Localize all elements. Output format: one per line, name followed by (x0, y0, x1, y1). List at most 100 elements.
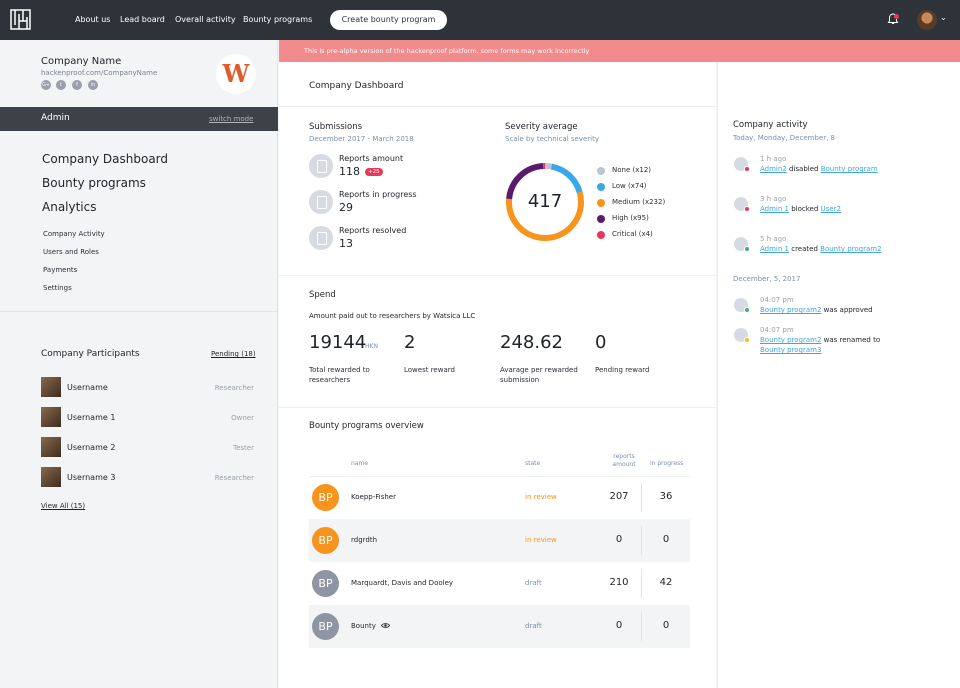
user-avatar[interactable] (917, 10, 937, 30)
target-link[interactable]: User2 (821, 205, 841, 213)
notification-dot (894, 14, 899, 19)
participant-row[interactable]: Username 3 Researcher (41, 467, 254, 487)
table-row[interactable]: BP Bounty draft 0 0 (309, 605, 690, 648)
activity-text: Admin2 disabled Bounty program (760, 164, 878, 174)
nav-overall-activity[interactable]: Overall activity (175, 15, 236, 24)
legend-dot (597, 183, 605, 191)
participant-row[interactable]: Username 1 Owner (41, 407, 254, 427)
spend-label: Lowest reward (404, 366, 455, 374)
spend-value: 248.62 (500, 332, 563, 353)
program-name[interactable]: Marquardt, Davis and Dooley (351, 579, 453, 587)
program-avatar: BP (312, 613, 339, 640)
reports-amount: 210 (609, 577, 629, 588)
pending-link[interactable]: Pending (18) (211, 350, 256, 358)
top-navigation-bar: About us Lead board Overall activity Bou… (0, 0, 960, 40)
program-state: in review (525, 536, 557, 544)
sidebar-item-company-dashboard[interactable]: Company Dashboard (42, 152, 168, 166)
participant-name: Username (67, 383, 108, 392)
avatar (41, 377, 61, 397)
activity-text: Admin 1 created Bounty program2 (760, 244, 882, 254)
hackenproof-logo[interactable] (10, 9, 31, 30)
linkedin-icon[interactable]: in (88, 80, 98, 90)
activity-time: 1 h ago (760, 155, 787, 163)
user-icon (734, 197, 750, 212)
sidebar-item-payments[interactable]: Payments (43, 266, 77, 274)
nav-bounty-programs[interactable]: Bounty programs (243, 15, 312, 24)
company-url[interactable]: hackenproof.com/CompanyName (41, 69, 157, 77)
reports-amount: 207 (609, 491, 629, 502)
twitter-icon[interactable]: t (56, 80, 66, 90)
google-plus-icon[interactable]: G+ (41, 80, 51, 90)
company-activity-panel: Company activity Today, Monday, December… (717, 62, 960, 688)
legend-dot (597, 215, 605, 223)
document-icon (309, 154, 333, 178)
nav-about-us[interactable]: About us (75, 15, 110, 24)
reports-amount: 0 (615, 620, 623, 631)
participant-row[interactable]: Username Researcher (41, 377, 254, 397)
participant-row[interactable]: Username 2 Tester (41, 437, 254, 457)
column-header-name: name (351, 460, 369, 467)
create-bounty-program-button[interactable]: Create bounty program (330, 10, 447, 30)
column-header-state: state (525, 460, 541, 467)
chevron-down-icon[interactable]: ⌄ (940, 13, 947, 22)
target-link[interactable]: Bounty program (821, 165, 878, 173)
table-row[interactable]: BP rdgrdth in review 0 0 (309, 519, 690, 562)
table-row[interactable]: BP Koepp-Fisher in review 207 36 (309, 476, 690, 519)
program-name[interactable]: rdgrdth (351, 536, 377, 544)
table-row[interactable]: BP Marquardt, Davis and Dooley draft 210… (309, 562, 690, 605)
spend-label: Avarage per rewarded submission (500, 366, 578, 384)
document-icon (734, 237, 750, 252)
participant-role: Researcher (214, 384, 254, 392)
actor-link[interactable]: Bounty program2 (760, 306, 821, 314)
pre-alpha-alert: This is pre-alpha version of the hackenp… (279, 40, 960, 62)
divider (641, 569, 642, 598)
divider (279, 407, 716, 408)
participant-role: Researcher (214, 474, 254, 482)
status-badge: +25 (365, 168, 383, 176)
document-icon (734, 328, 750, 343)
program-name[interactable]: Bounty (351, 622, 376, 630)
activity-action: blocked (791, 205, 819, 213)
facebook-icon[interactable]: f (72, 80, 82, 90)
actor-link[interactable]: Bounty program2 (760, 336, 821, 344)
document-icon (309, 226, 333, 250)
programs-title: Bounty programs overview (309, 421, 424, 431)
sidebar-item-analytics[interactable]: Analytics (42, 200, 97, 214)
avatar (41, 467, 61, 487)
nav-lead-board[interactable]: Lead board (120, 15, 165, 24)
sidebar-item-bounty-programs[interactable]: Bounty programs (42, 176, 146, 190)
divider (641, 612, 642, 641)
sidebar: Company Name hackenproof.com/CompanyName… (0, 40, 278, 688)
actor-link[interactable]: Admin 1 (760, 245, 789, 253)
target-link[interactable]: Bounty program2 (820, 245, 881, 253)
activity-time: 04:07 pm (760, 296, 794, 304)
view-all-link[interactable]: View All (15) (41, 502, 85, 510)
program-name[interactable]: Koepp-Fisher (351, 493, 396, 501)
divider (279, 275, 716, 276)
submissions-range: December 2017 - March 2018 (309, 135, 414, 143)
activity-date: December, 5, 2017 (733, 275, 801, 283)
actor-link[interactable]: Admin 1 (760, 205, 789, 213)
activity-time: 3 h ago (760, 195, 787, 203)
legend-label: Critical (x4) (612, 230, 653, 238)
switch-mode-link[interactable]: switch mode (209, 115, 253, 123)
stat-label: Reports resolved (339, 226, 407, 235)
legend-label: Medium (x232) (612, 198, 666, 206)
spend-subtitle: Amount paid out to researchers by Watsic… (309, 312, 476, 320)
spend-title: Spend (309, 290, 336, 300)
eye-icon (381, 623, 390, 628)
activity-action: was approved (823, 306, 873, 314)
actor-link[interactable]: Admin2 (760, 165, 787, 173)
company-name: Company Name (41, 56, 122, 67)
sidebar-item-users-and-roles[interactable]: Users and Roles (43, 248, 99, 256)
sidebar-item-company-activity[interactable]: Company Activity (43, 230, 105, 238)
divider (279, 106, 716, 107)
activity-date: Today, Monday, December, 8 (733, 134, 835, 142)
sidebar-item-settings[interactable]: Settings (43, 284, 72, 292)
spend-value: 19144 (309, 332, 367, 353)
alert-text: This is pre-alpha version of the hackenp… (304, 47, 590, 55)
stat-value: 118 (339, 165, 360, 178)
activity-time: 04:07 pm (760, 326, 794, 334)
document-icon (309, 190, 333, 214)
target-link[interactable]: Bounty program3 (760, 346, 821, 354)
